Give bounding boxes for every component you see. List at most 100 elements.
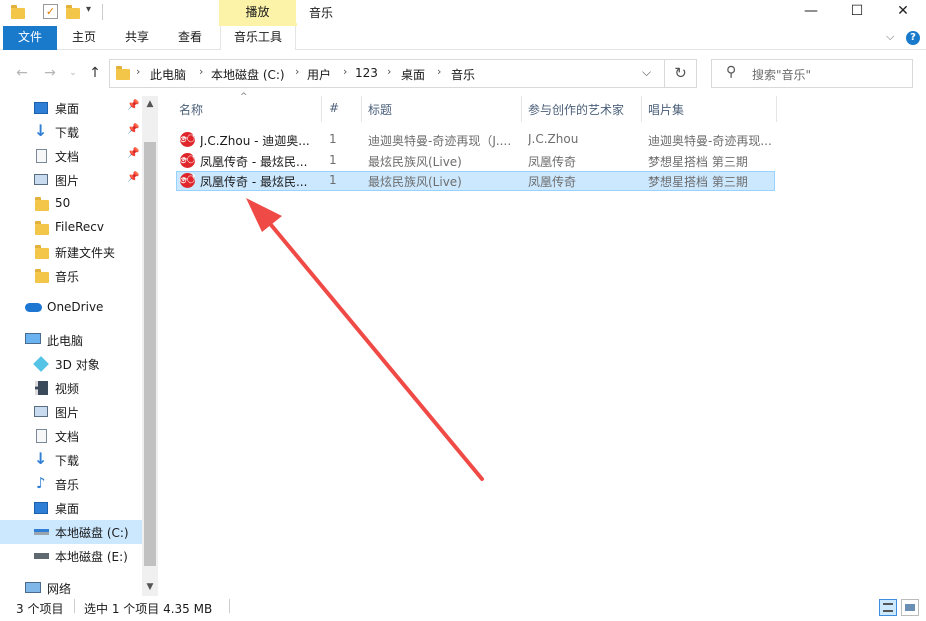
column-header-name[interactable]: 名称: [179, 101, 203, 119]
sidebar-item-onedrive[interactable]: OneDrive: [0, 296, 142, 320]
navigation-pane: 桌面 📌 ↓ 下载 📌 文档 📌 图片 📌 50 FileRecv 新建文件夹 …: [0, 96, 158, 596]
desktop-icon: [34, 502, 48, 514]
sidebar-item-music[interactable]: ♪ 音乐: [0, 472, 142, 496]
sidebar-item-new-folder[interactable]: 新建文件夹: [0, 240, 142, 264]
tab-home[interactable]: 主页: [64, 26, 104, 50]
scroll-up-icon[interactable]: ▲: [144, 99, 156, 109]
tab-view[interactable]: 查看: [170, 26, 210, 50]
tab-file[interactable]: 文件: [3, 26, 57, 50]
sidebar-item-3d-objects[interactable]: 3D 对象: [0, 352, 142, 376]
column-header-number[interactable]: #: [329, 101, 339, 119]
sidebar-item-filerecv[interactable]: FileRecv: [0, 216, 142, 240]
back-button[interactable]: ←: [11, 63, 33, 85]
title-bar: ✓ ▾ 播放 音乐 — ☐ ✕: [0, 0, 926, 26]
address-dropdown-icon[interactable]: ⌵: [642, 65, 651, 80]
sidebar-item-videos[interactable]: 视频: [0, 376, 142, 400]
network-icon: [25, 582, 41, 593]
tab-share[interactable]: 共享: [117, 26, 157, 50]
divider: [102, 4, 103, 20]
track-number: 1: [329, 173, 337, 187]
sidebar-item-drive-c[interactable]: 本地磁盘 (C:): [0, 520, 142, 544]
document-icon: [36, 429, 47, 443]
file-row[interactable]: ේ 凤凰传奇 - 最炫民... 1 最炫民族风(Live) 凤凰传奇 梦想星搭档…: [176, 151, 775, 171]
new-folder-icon[interactable]: [66, 5, 80, 19]
recent-locations-icon[interactable]: ⌄: [62, 63, 84, 85]
sidebar-item-desktop-pc[interactable]: 桌面: [0, 496, 142, 520]
maximize-button[interactable]: ☐: [834, 0, 880, 24]
forward-button[interactable]: →: [39, 63, 61, 85]
video-icon: [35, 381, 48, 395]
sidebar-item-label: FileRecv: [55, 220, 104, 234]
track-title: 迪迦奥特曼-奇迹再现（J....: [368, 134, 512, 148]
sidebar-item-documents-pc[interactable]: 文档: [0, 424, 142, 448]
large-icons-view-button[interactable]: [901, 599, 919, 616]
onedrive-icon: [25, 303, 42, 312]
scroll-down-icon[interactable]: ▼: [144, 582, 156, 592]
quick-access-dropdown-icon[interactable]: ▾: [86, 4, 91, 15]
refresh-button[interactable]: ↻: [665, 59, 697, 88]
breadcrumb-users[interactable]: 用户: [307, 66, 331, 83]
column-header-artist[interactable]: 参与创作的艺术家: [528, 101, 624, 119]
file-row[interactable]: ේ J.C.Zhou - 迪迦奥... 1 迪迦奥特曼-奇迹再现（J.... J…: [176, 130, 775, 150]
file-name: J.C.Zhou - 迪迦奥...: [200, 134, 310, 148]
breadcrumb-123[interactable]: 123: [355, 66, 378, 80]
file-row-selected[interactable]: ේ 凤凰传奇 - 最炫民... 1 最炫民族风(Live) 凤凰传奇 梦想星搭档…: [176, 171, 775, 191]
netease-music-icon: ේ: [180, 132, 195, 147]
3d-objects-icon: [33, 356, 49, 372]
sidebar-item-50[interactable]: 50: [0, 192, 142, 216]
address-bar[interactable]: › 此电脑 › 本地磁盘 (C:) › 用户 › 123 › 桌面 › 音乐 ⌵: [109, 59, 665, 88]
folder-icon: [35, 245, 49, 259]
column-header-title[interactable]: 标题: [368, 101, 392, 119]
tab-music-tools[interactable]: 音乐工具: [220, 23, 297, 50]
chevron-right-icon: ›: [387, 65, 392, 78]
expand-ribbon-icon[interactable]: ⌵: [886, 30, 894, 44]
pin-icon[interactable]: 📌: [127, 148, 139, 159]
column-divider[interactable]: [776, 96, 777, 122]
sidebar-item-drive-e[interactable]: 本地磁盘 (E:): [0, 544, 142, 568]
breadcrumb-drive-c[interactable]: 本地磁盘 (C:): [211, 66, 285, 83]
track-title: 最炫民族风(Live): [368, 175, 462, 189]
sidebar-item-this-pc[interactable]: 此电脑: [0, 328, 142, 352]
chevron-right-icon: ›: [343, 65, 348, 78]
sidebar-item-pictures-pc[interactable]: 图片: [0, 400, 142, 424]
computer-icon: [25, 333, 41, 344]
search-input[interactable]: ⚲ 搜索"音乐": [711, 59, 913, 88]
track-number: 1: [329, 153, 337, 167]
document-icon: [36, 149, 47, 163]
sidebar-item-music-folder[interactable]: 音乐: [0, 264, 142, 288]
folder-icon: [116, 66, 130, 80]
track-album: 迪迦奥特曼-奇迹再现...: [648, 134, 772, 148]
column-divider[interactable]: [361, 96, 362, 122]
up-button[interactable]: ↑: [84, 63, 106, 85]
folder-icon: [35, 197, 49, 211]
help-icon[interactable]: ?: [906, 31, 920, 45]
sidebar-item-downloads[interactable]: ↓ 下载 📌: [0, 120, 142, 144]
minimize-button[interactable]: —: [788, 0, 834, 24]
breadcrumb-music[interactable]: 音乐: [451, 66, 475, 83]
pin-icon[interactable]: 📌: [127, 172, 139, 183]
properties-icon[interactable]: ✓: [43, 4, 58, 19]
sidebar-item-desktop[interactable]: 桌面 📌: [0, 96, 142, 120]
folder-icon: [11, 5, 25, 19]
breadcrumb-desktop[interactable]: 桌面: [401, 66, 425, 83]
column-divider[interactable]: [641, 96, 642, 122]
sidebar-item-documents[interactable]: 文档 📌: [0, 144, 142, 168]
desktop-icon: [34, 102, 48, 114]
column-divider[interactable]: [521, 96, 522, 122]
sidebar-item-label: OneDrive: [47, 300, 104, 314]
sidebar-item-pictures[interactable]: 图片 📌: [0, 168, 142, 192]
sidebar-item-label: 图片: [55, 174, 80, 188]
breadcrumb-this-pc[interactable]: 此电脑: [150, 66, 186, 83]
details-view-button[interactable]: [879, 599, 897, 616]
pin-icon[interactable]: 📌: [127, 100, 139, 111]
close-button[interactable]: ✕: [880, 0, 926, 24]
column-header-album[interactable]: 唱片集: [648, 101, 684, 119]
track-album: 梦想星搭档 第三期: [648, 175, 748, 189]
pin-icon[interactable]: 📌: [127, 124, 139, 135]
track-album: 梦想星搭档 第三期: [648, 155, 748, 169]
sidebar-item-label: 图片: [55, 406, 80, 420]
column-divider[interactable]: [321, 96, 322, 122]
ribbon-tabs: 文件 主页 共享 查看 音乐工具 ⌵ ?: [0, 23, 926, 50]
sidebar-item-downloads-pc[interactable]: ↓ 下载: [0, 448, 142, 472]
sidebar-scrollbar-thumb[interactable]: [144, 142, 156, 566]
